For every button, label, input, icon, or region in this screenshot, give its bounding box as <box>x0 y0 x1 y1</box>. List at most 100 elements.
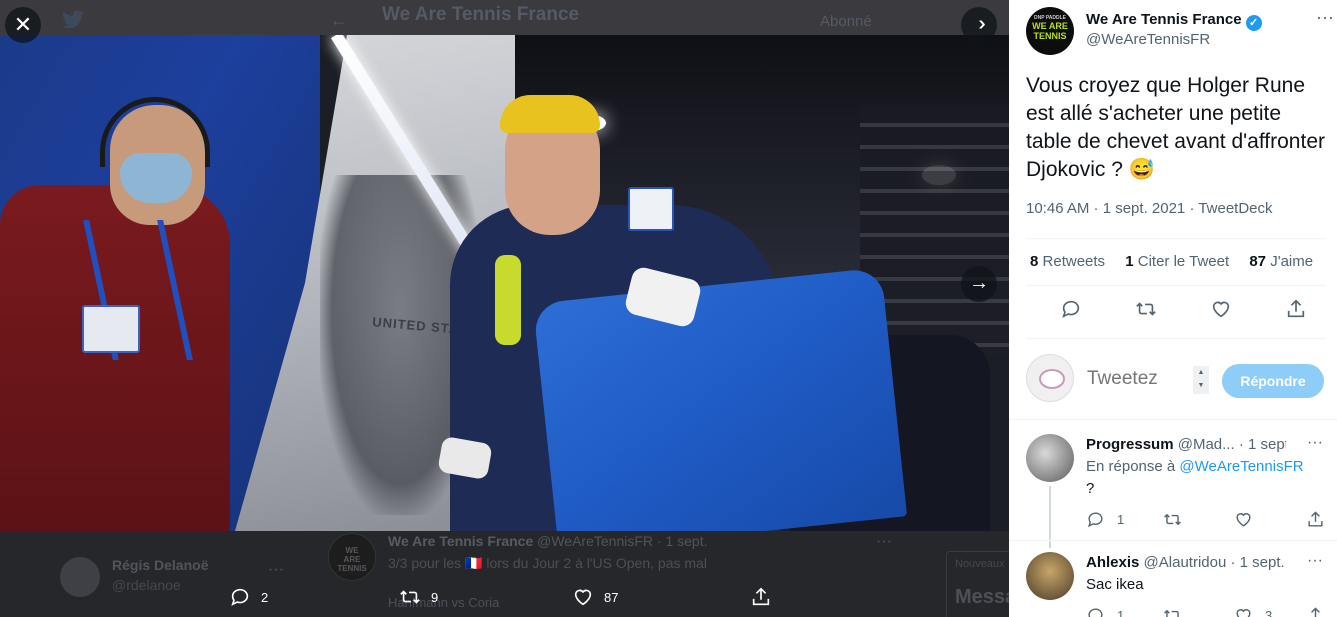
background-tweet-handle: @WeAreTennisFR · 1 sept. <box>537 533 708 549</box>
reply-header: Progressum @Mad... · 1 sept. <box>1086 436 1286 453</box>
reply-reply-button[interactable]: 1 <box>1086 510 1124 529</box>
author-avatar-text: WE ARE TENNIS <box>1032 21 1068 41</box>
author-name-link[interactable]: We Are Tennis France ✓ <box>1086 11 1262 31</box>
user-avatar[interactable] <box>1026 354 1074 402</box>
share-icon <box>1287 299 1305 318</box>
retweet-button[interactable] <box>1135 298 1161 324</box>
back-arrow-icon: ← <box>330 10 348 30</box>
author-handle[interactable]: @WeAreTennisFR <box>1086 31 1210 48</box>
reply-button[interactable] <box>1060 298 1086 324</box>
quotes-stat[interactable]: 1 Citer le Tweet <box>1125 253 1229 270</box>
reply-icon <box>1062 300 1080 318</box>
reply-reply-count: 1 <box>1117 512 1125 527</box>
background-tweet-avatar: WE ARE TENNIS <box>328 533 376 581</box>
close-icon: ✕ <box>13 12 33 37</box>
triangle-down-icon: ▼ <box>1197 382 1205 389</box>
reply-reply-button[interactable]: 1 <box>1086 606 1124 617</box>
collapse-panel-button[interactable]: ›› <box>961 7 997 43</box>
more-options-button[interactable]: ··· <box>1316 7 1334 28</box>
media-like-count: 87 <box>604 589 619 605</box>
reply-more-button[interactable]: ··· <box>1307 552 1323 570</box>
share-icon <box>1311 607 1320 617</box>
media-viewer: ← We Are Tennis France Abonné Régis Dela… <box>0 0 1009 617</box>
likes-count: 87 <box>1249 253 1267 270</box>
photo-player-cap <box>500 95 600 133</box>
media-action-bar: 2 9 87 <box>225 583 785 611</box>
next-image-button[interactable]: → <box>961 266 997 302</box>
retweets-stat[interactable]: 8 Retweets <box>1030 253 1105 270</box>
reply-submit-button[interactable]: Répondre <box>1222 364 1324 398</box>
photo-player-badge <box>628 187 674 231</box>
divider <box>1026 285 1326 286</box>
heart-icon <box>1212 301 1230 318</box>
reply-context-prefix: En réponse à <box>1086 458 1176 475</box>
reply-retweet-button[interactable] <box>1163 606 1182 617</box>
background-user-name: Régis Delanoë <box>112 557 209 573</box>
reply-time: · 1 sept. <box>1238 436 1286 453</box>
heart-icon <box>1236 609 1251 617</box>
heart-icon <box>1236 513 1251 527</box>
reply-input[interactable] <box>1087 368 1182 390</box>
reply-icon <box>1087 512 1103 528</box>
author-name: We Are Tennis France <box>1086 11 1242 28</box>
share-button[interactable] <box>1285 298 1311 324</box>
reply-context-handle-link[interactable]: @WeAreTennisFR <box>1179 458 1303 475</box>
divider <box>1009 540 1337 541</box>
chevron-double-right-icon: ›› <box>978 13 987 35</box>
media-share-button[interactable] <box>750 583 772 611</box>
more-icon: ··· <box>1316 7 1334 27</box>
reply-tweet[interactable]: Progressum @Mad... · 1 sept. ··· En répo… <box>1009 434 1337 548</box>
reply-more-button[interactable]: ··· <box>1307 434 1323 452</box>
share-icon <box>752 587 770 606</box>
reply-text: Sac ikea <box>1086 576 1144 593</box>
media-reply-count: 2 <box>261 589 269 605</box>
likes-label: J'aime <box>1270 253 1314 270</box>
close-button[interactable]: ✕ <box>5 7 41 43</box>
photo-blue-bag <box>532 267 908 531</box>
reply-share-button[interactable] <box>1306 510 1325 529</box>
tweet-stats: 8 Retweets 1 Citer le Tweet 87 J'aime <box>1030 253 1329 270</box>
reply-actions: 1 3 <box>1086 606 1326 617</box>
retweets-count: 8 <box>1030 253 1039 270</box>
reply-author-handle: @Mad... <box>1177 436 1235 453</box>
reply-author-avatar[interactable] <box>1026 552 1074 600</box>
reply-tweet[interactable]: Ahlexis @Alautridou · 1 sept. ··· Sac ik… <box>1009 552 1337 617</box>
reply-author-avatar[interactable] <box>1026 434 1074 482</box>
reply-like-button[interactable] <box>1234 510 1253 529</box>
tweet-meta[interactable]: 10:46 AM · 1 sept. 2021 · TweetDeck <box>1026 200 1273 217</box>
likes-stat[interactable]: 87 J'aime <box>1249 253 1313 270</box>
reply-share-button[interactable] <box>1306 606 1325 617</box>
media-retweet-button[interactable]: 9 <box>399 583 438 611</box>
triangle-up-icon: ▲ <box>1197 369 1205 376</box>
background-right-small: Nouveaux <box>955 558 1005 570</box>
media-like-button[interactable]: 87 <box>572 583 618 611</box>
retweet-icon <box>1136 302 1156 316</box>
reply-retweet-button[interactable] <box>1163 510 1182 529</box>
background-user-handle: @rdelanoe <box>112 577 181 593</box>
quotes-count: 1 <box>1125 253 1134 270</box>
share-icon <box>1308 511 1323 527</box>
retweet-icon <box>1164 513 1181 526</box>
background-subscribed-label: Abonné <box>820 13 872 30</box>
background-messages-label: Messa <box>955 586 1009 608</box>
tweet-text: Vous croyez que Holger Rune est allé s'a… <box>1026 74 1325 181</box>
background-tweet-header: We Are Tennis France @WeAreTennisFR · 1 … <box>388 533 707 549</box>
retweets-label: Retweets <box>1042 253 1106 270</box>
quotes-label: Citer le Tweet <box>1137 253 1230 270</box>
twitter-logo-icon <box>58 8 88 30</box>
reply-reply-count: 1 <box>1117 608 1125 617</box>
arrow-right-icon: → <box>969 272 989 294</box>
reply-like-count: 3 <box>1265 608 1273 617</box>
reply-scroll-stepper[interactable]: ▲ ▼ <box>1193 366 1209 394</box>
divider <box>1026 338 1326 339</box>
photo-racket <box>495 255 521 345</box>
like-button[interactable] <box>1210 298 1236 324</box>
more-icon: ··· <box>268 561 284 578</box>
tweet-detail-panel: DNP PADDLE WE ARE TENNIS We Are Tennis F… <box>1009 0 1337 617</box>
more-icon: ··· <box>1307 552 1323 569</box>
media-reply-button[interactable]: 2 <box>229 583 268 611</box>
reply-like-button[interactable]: 3 <box>1234 606 1272 617</box>
reply-time: · 1 sept. <box>1230 554 1285 571</box>
reply-icon <box>1088 608 1103 617</box>
author-avatar[interactable]: DNP PADDLE WE ARE TENNIS <box>1026 7 1074 55</box>
